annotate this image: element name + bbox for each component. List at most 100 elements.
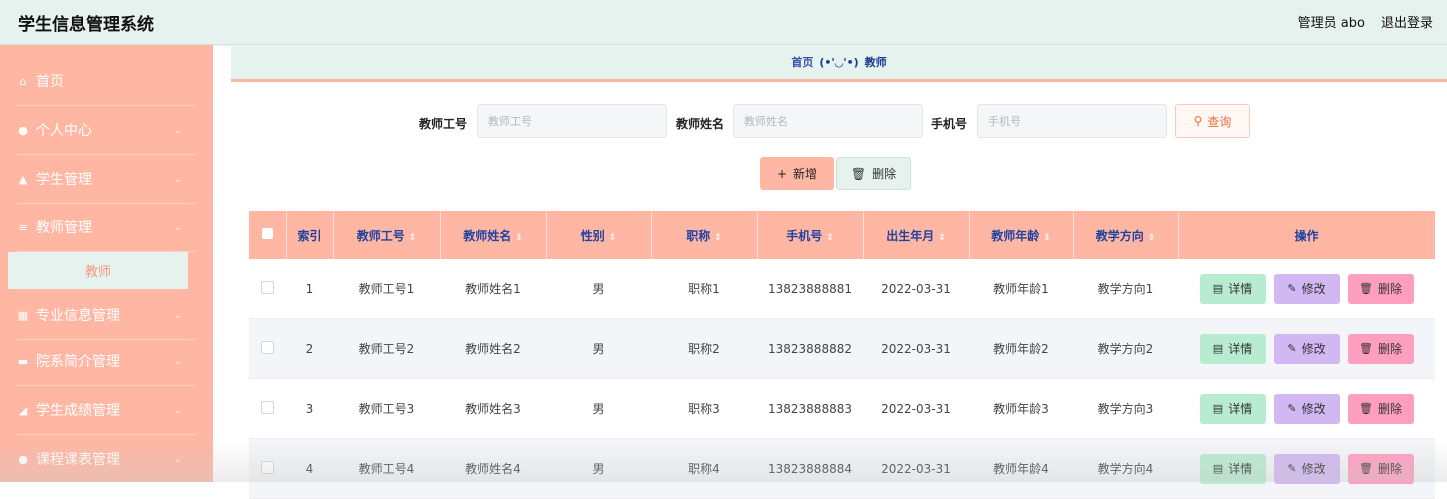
sidebar-subitem-teacher[interactable]: 教师 (8, 252, 188, 289)
sliders-icon: ≡ (18, 220, 28, 234)
table-cell: 教师姓名2 (440, 318, 546, 379)
column-header-9[interactable]: 教学方向 ⇕ (1073, 211, 1179, 259)
batch-delete-button[interactable]: 🗑 删除 (836, 157, 911, 190)
sort-icon[interactable]: ⇕ (938, 233, 946, 243)
detail-button[interactable]: ▤ 详情 (1199, 273, 1266, 304)
sidebar-item-5[interactable]: ▦ 专业信息管理 ⌄ (16, 291, 196, 340)
delete-button[interactable]: 🗑 删除 (1347, 333, 1414, 364)
delete-button[interactable]: 🗑 删除 (1347, 453, 1414, 484)
trash-icon: 🗑 (1359, 342, 1373, 355)
sort-icon[interactable]: ⇕ (1043, 233, 1051, 243)
plus-icon: + (776, 166, 788, 181)
column-header-7[interactable]: 出生年月 ⇕ (863, 211, 970, 259)
table-cell: 教师年龄2 (969, 318, 1073, 379)
sort-icon[interactable]: ⇕ (826, 233, 834, 243)
sidebar-item-label: 学生成绩管理 (36, 403, 120, 419)
teacher-name-input[interactable] (733, 104, 923, 138)
breadcrumb: 首页 (•'◡'•) 教师 (231, 45, 1447, 82)
column-header-4[interactable]: 性别 ⇕ (546, 211, 652, 259)
column-header-6[interactable]: 手机号 ⇕ (757, 211, 864, 259)
row-checkbox[interactable] (261, 460, 274, 474)
edit-button-label: 修改 (1301, 402, 1326, 416)
user-icon: ● (18, 123, 28, 137)
trash-icon: 🗑 (850, 166, 867, 181)
teacher-no-input[interactable] (477, 104, 667, 138)
table-row: 4 教师工号4 教师姓名4 男职称4 13823888884 2022-03-31 教师年龄… (249, 438, 1435, 499)
table-row: 3 教师工号3 教师姓名3 男职称3 13823888883 2022-03-31 教师年龄… (249, 378, 1435, 439)
delete-button-label: 删除 (1377, 402, 1402, 416)
breadcrumb-home[interactable]: 首页 (791, 54, 813, 70)
document-icon: ▤ (1212, 402, 1224, 415)
chevron-down-icon: ⌄ (173, 453, 182, 465)
query-button[interactable]: ⚲ 查询 (1175, 104, 1250, 138)
sidebar-item-2[interactable]: ● 个人中心 ⌄ (16, 106, 196, 155)
detail-button[interactable]: ▤ 详情 (1199, 453, 1266, 484)
column-header-10[interactable]: 操作 (1178, 211, 1436, 259)
row-checkbox[interactable] (261, 400, 274, 414)
edit-button[interactable]: ✎ 修改 (1273, 273, 1340, 304)
table-cell: 教学方向4 (1073, 438, 1178, 499)
sidebar-item-3[interactable]: ▲ 学生管理 ⌄ (16, 155, 196, 204)
sidebar: 教师 ⌂ 首页 ● 个人中心 ⌄ ▲ 学生管理 ⌄ ≡ 教师管理 ⌄ ▦ 专业信息管理 ⌄ ▬ 院系简介管理 ⌄… (0, 45, 213, 484)
sidebar-item-4[interactable]: ≡ 教师管理 ⌄ (16, 203, 196, 252)
admin-user-label[interactable]: 管理员 abo (1298, 12, 1365, 31)
batch-delete-label: 删除 (872, 167, 897, 181)
select-all-checkbox[interactable] (261, 228, 273, 239)
delete-button-label: 删除 (1377, 462, 1402, 476)
detail-button[interactable]: ▤ 详情 (1199, 333, 1266, 364)
sort-icon[interactable]: ⇕ (714, 233, 722, 243)
teacher-table: 索引 教师工号 ⇕ 教师姓名 ⇕ 性别 ⇕ 职称 ⇕ 手机号 ⇕ 出生年月 ⇕ 教师年龄 ⇕ 教学方向 ⇕ 操作 … (249, 211, 1436, 499)
sidebar-item-7[interactable]: ◢ 学生成绩管理 ⌄ (16, 386, 196, 435)
table-cell: 教师姓名4 (440, 438, 546, 499)
table-cell: 4 (286, 438, 333, 499)
select-all-cell (249, 211, 287, 259)
column-header-label: 索引 (297, 228, 322, 243)
detail-button-label: 详情 (1228, 402, 1253, 416)
add-button[interactable]: + 新增 (760, 157, 834, 190)
detail-button[interactable]: ▤ 详情 (1199, 393, 1266, 424)
column-header-5[interactable]: 职称 ⇕ (651, 211, 758, 259)
edit-button-label: 修改 (1301, 462, 1326, 476)
sort-icon[interactable]: ⇕ (409, 233, 417, 243)
delete-button[interactable]: 🗑 删除 (1347, 273, 1414, 304)
briefcase-icon: ▬ (17, 354, 29, 368)
pin-icon: ● (18, 452, 28, 466)
table-cell: 教师姓名1 (440, 259, 546, 319)
sort-icon[interactable]: ⇕ (609, 233, 617, 243)
row-checkbox[interactable] (261, 340, 274, 354)
pencil-icon: ✎ (1287, 462, 1297, 475)
detail-button-label: 详情 (1228, 462, 1253, 476)
phone-input[interactable] (977, 104, 1167, 138)
breadcrumb-separator: (•'◡'•) (819, 55, 859, 69)
sidebar-item-label: 教师管理 (36, 220, 92, 236)
sort-icon[interactable]: ⇕ (515, 233, 523, 243)
row-actions: ▤ 详情 ✎ 修改 🗑 删除 (1178, 378, 1435, 439)
sidebar-item-8[interactable]: ● 课程课表管理 ⌄ (16, 435, 196, 484)
sidebar-item-1[interactable]: ⌂ 首页 (16, 57, 196, 106)
sidebar-item-label: 首页 (36, 74, 64, 90)
sidebar-item-6[interactable]: ▬ 院系简介管理 ⌄ (16, 337, 196, 386)
sort-icon[interactable]: ⇕ (1148, 233, 1156, 243)
breadcrumb-current: 教师 (864, 56, 887, 69)
trash-icon: 🗑 (1359, 462, 1373, 475)
table-cell: 教师工号4 (333, 438, 440, 499)
chart-icon: ◢ (18, 403, 28, 417)
column-header-3[interactable]: 教师姓名 ⇕ (440, 211, 547, 259)
column-header-1[interactable]: 索引 (286, 211, 334, 259)
edit-button[interactable]: ✎ 修改 (1273, 453, 1340, 484)
table-cell: 13823888884 (757, 438, 863, 499)
row-checkbox[interactable] (261, 280, 274, 294)
table-cell: 2022-03-31 (863, 318, 969, 379)
detail-button-label: 详情 (1228, 282, 1253, 296)
trash-icon: 🗑 (1359, 402, 1373, 415)
table-cell: 教师工号1 (333, 259, 440, 319)
row-select-cell (249, 318, 286, 379)
edit-button[interactable]: ✎ 修改 (1273, 333, 1340, 364)
column-header-8[interactable]: 教师年龄 ⇕ (969, 211, 1074, 259)
row-select-cell (249, 378, 286, 439)
edit-button[interactable]: ✎ 修改 (1273, 393, 1340, 424)
column-header-2[interactable]: 教师工号 ⇕ (333, 211, 441, 259)
logout-link[interactable]: 退出登录 (1381, 12, 1433, 31)
chevron-down-icon: ⌄ (173, 309, 182, 321)
delete-button[interactable]: 🗑 删除 (1347, 393, 1414, 424)
